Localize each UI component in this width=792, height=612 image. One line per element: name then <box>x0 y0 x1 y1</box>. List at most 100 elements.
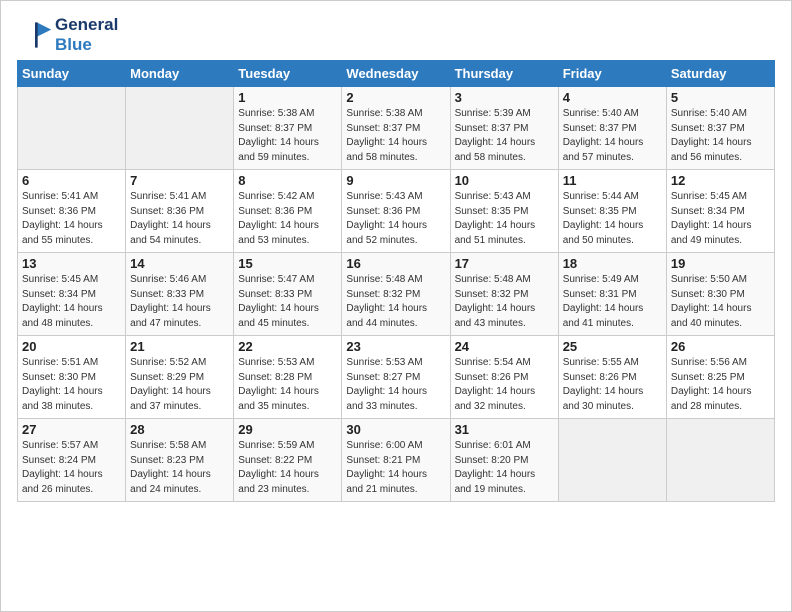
day-info: Sunrise: 5:43 AMSunset: 8:36 PMDaylight:… <box>346 190 445 248</box>
day-info: Sunrise: 5:40 AMSunset: 8:37 PMDaylight:… <box>563 107 662 165</box>
day-info: Sunrise: 5:53 AMSunset: 8:27 PMDaylight:… <box>346 356 445 414</box>
day-info: Sunrise: 5:58 AMSunset: 8:23 PMDaylight:… <box>130 439 229 497</box>
day-number: 1 <box>238 90 337 105</box>
day-number: 5 <box>671 90 770 105</box>
week-row-3: 13 Sunrise: 5:45 AMSunset: 8:34 PMDayligh… <box>18 253 775 336</box>
calendar-cell: 18 Sunrise: 5:49 AMSunset: 8:31 PMDayligh… <box>558 253 666 336</box>
calendar-cell: 16 Sunrise: 5:48 AMSunset: 8:32 PMDayligh… <box>342 253 450 336</box>
day-number: 18 <box>563 256 662 271</box>
calendar-cell: 27 Sunrise: 5:57 AMSunset: 8:24 PMDayligh… <box>18 419 126 502</box>
calendar-cell: 12 Sunrise: 5:45 AMSunset: 8:34 PMDayligh… <box>666 170 774 253</box>
logo-text: General Blue <box>55 15 118 54</box>
calendar-cell: 7 Sunrise: 5:41 AMSunset: 8:36 PMDaylight… <box>126 170 234 253</box>
calendar-cell: 11 Sunrise: 5:44 AMSunset: 8:35 PMDayligh… <box>558 170 666 253</box>
calendar-cell: 26Sunrise: 5:56 AMSunset: 8:25 PMDayligh… <box>666 336 774 419</box>
calendar-cell: 30 Sunrise: 6:00 AMSunset: 8:21 PMDayligh… <box>342 419 450 502</box>
day-number: 23 <box>346 339 445 354</box>
calendar-cell: 4 Sunrise: 5:40 AMSunset: 8:37 PMDaylight… <box>558 87 666 170</box>
calendar-cell: 5Sunrise: 5:40 AMSunset: 8:37 PMDaylight… <box>666 87 774 170</box>
day-info: Sunrise: 5:45 AMSunset: 8:34 PMDaylight:… <box>671 190 770 248</box>
day-number: 24 <box>455 339 554 354</box>
weekday-header-wednesday: Wednesday <box>342 61 450 87</box>
calendar-cell: 31Sunrise: 6:01 AMSunset: 8:20 PMDayligh… <box>450 419 558 502</box>
day-info: Sunrise: 5:44 AMSunset: 8:35 PMDaylight:… <box>563 190 662 248</box>
day-number: 3 <box>455 90 554 105</box>
day-info: Sunrise: 5:52 AMSunset: 8:29 PMDaylight:… <box>130 356 229 414</box>
day-info: Sunrise: 5:48 AMSunset: 8:32 PMDaylight:… <box>455 273 554 331</box>
logo: General Blue <box>17 15 118 54</box>
day-info: Sunrise: 5:47 AMSunset: 8:33 PMDaylight:… <box>238 273 337 331</box>
day-info: Sunrise: 5:54 AMSunset: 8:26 PMDaylight:… <box>455 356 554 414</box>
day-number: 20 <box>22 339 121 354</box>
day-number: 9 <box>346 173 445 188</box>
calendar-cell: 6Sunrise: 5:41 AMSunset: 8:36 PMDaylight… <box>18 170 126 253</box>
week-row-1: 1 Sunrise: 5:38 AMSunset: 8:37 PMDaylight… <box>18 87 775 170</box>
day-info: Sunrise: 5:53 AMSunset: 8:28 PMDaylight:… <box>238 356 337 414</box>
day-number: 16 <box>346 256 445 271</box>
calendar-cell: 1Sunrise: 5:38 AMSunset: 8:37 PMDaylight… <box>234 87 342 170</box>
calendar-cell: 14 Sunrise: 5:46 AMSunset: 8:33 PMDayligh… <box>126 253 234 336</box>
day-info: Sunrise: 5:46 AMSunset: 8:33 PMDaylight:… <box>130 273 229 331</box>
week-row-2: 6Sunrise: 5:41 AMSunset: 8:36 PMDaylight… <box>18 170 775 253</box>
calendar-cell: 2 Sunrise: 5:38 AMSunset: 8:37 PMDaylight… <box>342 87 450 170</box>
day-info: Sunrise: 5:38 AMSunset: 8:37 PMDaylight:… <box>346 107 445 165</box>
day-number: 22 <box>238 339 337 354</box>
day-info: Sunrise: 5:50 AMSunset: 8:30 PMDaylight:… <box>671 273 770 331</box>
day-info: Sunrise: 5:55 AMSunset: 8:26 PMDaylight:… <box>563 356 662 414</box>
week-row-5: 27 Sunrise: 5:57 AMSunset: 8:24 PMDayligh… <box>18 419 775 502</box>
day-number: 7 <box>130 173 229 188</box>
day-info: Sunrise: 5:59 AMSunset: 8:22 PMDaylight:… <box>238 439 337 497</box>
calendar-cell: 29Sunrise: 5:59 AMSunset: 8:22 PMDayligh… <box>234 419 342 502</box>
calendar-cell: 21 Sunrise: 5:52 AMSunset: 8:29 PMDayligh… <box>126 336 234 419</box>
day-info: Sunrise: 5:49 AMSunset: 8:31 PMDaylight:… <box>563 273 662 331</box>
day-number: 25 <box>563 339 662 354</box>
calendar-cell: 15Sunrise: 5:47 AMSunset: 8:33 PMDayligh… <box>234 253 342 336</box>
day-info: Sunrise: 5:39 AMSunset: 8:37 PMDaylight:… <box>455 107 554 165</box>
day-number: 11 <box>563 173 662 188</box>
day-number: 21 <box>130 339 229 354</box>
day-number: 30 <box>346 422 445 437</box>
week-row-4: 20 Sunrise: 5:51 AMSunset: 8:30 PMDayligh… <box>18 336 775 419</box>
day-number: 27 <box>22 422 121 437</box>
day-info: Sunrise: 5:45 AMSunset: 8:34 PMDaylight:… <box>22 273 121 331</box>
weekday-header-sunday: Sunday <box>18 61 126 87</box>
calendar-cell: 9 Sunrise: 5:43 AMSunset: 8:36 PMDaylight… <box>342 170 450 253</box>
calendar-cell <box>666 419 774 502</box>
day-number: 13 <box>22 256 121 271</box>
calendar-cell <box>558 419 666 502</box>
day-number: 28 <box>130 422 229 437</box>
weekday-header-monday: Monday <box>126 61 234 87</box>
day-info: Sunrise: 5:51 AMSunset: 8:30 PMDaylight:… <box>22 356 121 414</box>
day-info: Sunrise: 5:43 AMSunset: 8:35 PMDaylight:… <box>455 190 554 248</box>
day-info: Sunrise: 5:48 AMSunset: 8:32 PMDaylight:… <box>346 273 445 331</box>
day-number: 2 <box>346 90 445 105</box>
calendar-cell: 20 Sunrise: 5:51 AMSunset: 8:30 PMDayligh… <box>18 336 126 419</box>
calendar-cell: 10 Sunrise: 5:43 AMSunset: 8:35 PMDayligh… <box>450 170 558 253</box>
day-info: Sunrise: 5:41 AMSunset: 8:36 PMDaylight:… <box>130 190 229 248</box>
weekday-header-friday: Friday <box>558 61 666 87</box>
day-number: 12 <box>671 173 770 188</box>
day-info: Sunrise: 5:41 AMSunset: 8:36 PMDaylight:… <box>22 190 121 248</box>
day-number: 4 <box>563 90 662 105</box>
weekday-header-saturday: Saturday <box>666 61 774 87</box>
day-number: 31 <box>455 422 554 437</box>
page-container: General Blue SundayMondayTuesdayWednesda… <box>0 0 792 612</box>
day-number: 10 <box>455 173 554 188</box>
day-info: Sunrise: 5:57 AMSunset: 8:24 PMDaylight:… <box>22 439 121 497</box>
weekday-header-tuesday: Tuesday <box>234 61 342 87</box>
logo-icon <box>17 17 53 53</box>
calendar-cell: 24 Sunrise: 5:54 AMSunset: 8:26 PMDayligh… <box>450 336 558 419</box>
calendar-cell: 3 Sunrise: 5:39 AMSunset: 8:37 PMDaylight… <box>450 87 558 170</box>
day-number: 19 <box>671 256 770 271</box>
calendar-cell <box>18 87 126 170</box>
calendar-cell: 17Sunrise: 5:48 AMSunset: 8:32 PMDayligh… <box>450 253 558 336</box>
calendar-cell <box>126 87 234 170</box>
day-info: Sunrise: 5:42 AMSunset: 8:36 PMDaylight:… <box>238 190 337 248</box>
day-number: 8 <box>238 173 337 188</box>
day-number: 26 <box>671 339 770 354</box>
weekday-header-row: SundayMondayTuesdayWednesdayThursdayFrid… <box>18 61 775 87</box>
day-info: Sunrise: 6:00 AMSunset: 8:21 PMDaylight:… <box>346 439 445 497</box>
calendar-cell: 13 Sunrise: 5:45 AMSunset: 8:34 PMDayligh… <box>18 253 126 336</box>
calendar-cell: 23 Sunrise: 5:53 AMSunset: 8:27 PMDayligh… <box>342 336 450 419</box>
day-number: 14 <box>130 256 229 271</box>
